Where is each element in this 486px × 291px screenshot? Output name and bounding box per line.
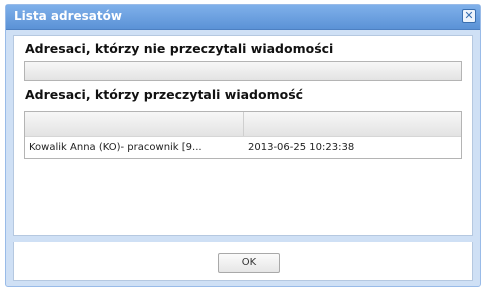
read-grid-header: [25, 112, 461, 136]
dialog-title: Lista adresatów: [14, 9, 122, 23]
unread-grid: [24, 61, 462, 81]
dialog-footer: OK: [13, 242, 473, 281]
dialog-titlebar[interactable]: Lista adresatów ✕: [6, 5, 480, 30]
read-grid: Kowalik Anna (KO)- pracownik [9... 2013-…: [24, 111, 462, 159]
dialog-body: Adresaci, którzy nie przeczytali wiadomo…: [13, 35, 473, 236]
table-row[interactable]: Kowalik Anna (KO)- pracownik [9... 2013-…: [25, 136, 461, 159]
recipient-cell: Kowalik Anna (KO)- pracownik [9...: [29, 142, 202, 153]
unread-grid-header: [25, 62, 461, 80]
read-heading: Adresaci, którzy przeczytali wiadomość: [25, 87, 304, 102]
column-header-read-at[interactable]: [244, 112, 461, 136]
read-at-cell: 2013-06-25 10:23:38: [248, 142, 355, 153]
unread-heading: Adresaci, którzy nie przeczytali wiadomo…: [25, 41, 334, 56]
recipients-dialog: Lista adresatów ✕ Adresaci, którzy nie p…: [5, 4, 481, 287]
close-icon[interactable]: ✕: [462, 9, 476, 23]
ok-button[interactable]: OK: [218, 253, 280, 273]
column-header-recipient[interactable]: [25, 112, 244, 136]
